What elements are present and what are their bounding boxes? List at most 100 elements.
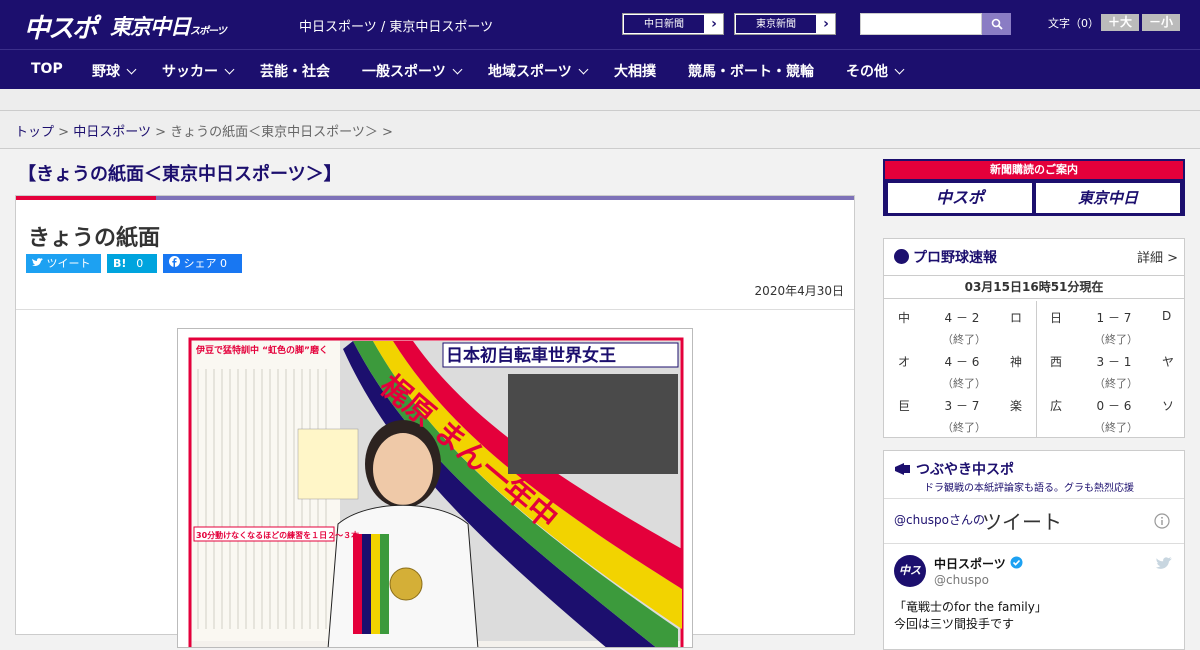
nav-soccer[interactable]: サッカー (162, 61, 235, 81)
verified-badge-icon (1010, 556, 1023, 569)
nav-local-sports[interactable]: 地域スポーツ (488, 61, 589, 81)
nav-label: 一般スポーツ (362, 64, 446, 80)
divider (884, 498, 1184, 499)
game-score: 3 － 1 (1096, 355, 1132, 369)
nav-label: 地域スポーツ (488, 64, 572, 80)
home-team: オ (898, 355, 911, 369)
tokyo-chunichi-logo[interactable]: 東京中日スポーツ (110, 11, 227, 41)
chevron-down-icon (894, 64, 905, 75)
game-score: 3 － 7 (944, 399, 980, 413)
nav-baseball[interactable]: 野球 (92, 61, 137, 81)
facebook-icon (169, 256, 180, 267)
breadcrumb-separator: > (58, 125, 70, 140)
tweet-account[interactable]: @chuspo (934, 573, 989, 587)
baseball-title-text: プロ野球速報 (913, 250, 997, 266)
game-row[interactable]: 西 3 － 1 ヤ （終了） (1036, 347, 1186, 391)
game-status: （終了） (942, 421, 986, 434)
nav-general-sports[interactable]: 一般スポーツ (362, 61, 463, 81)
hatena-bookmark-button[interactable]: B! 0 (107, 254, 157, 273)
tokyo-shimbun-link[interactable]: 東京新聞 › (734, 13, 836, 35)
font-size-label: 文字（0） (1048, 17, 1099, 30)
chevron-right-icon: › (711, 16, 717, 32)
game-score: 4 － 2 (944, 311, 980, 325)
chevron-down-icon (452, 64, 463, 75)
game-status: （終了） (1094, 421, 1138, 434)
game-row[interactable]: オ 4 － 6 神 （終了） (884, 347, 1034, 391)
home-team: 巨 (898, 399, 911, 413)
facebook-label: シェア (183, 257, 217, 270)
newspaper-front-page-image[interactable]: 梶原 まん一年中 日本初自転車世界女王 伊豆で猛特訓中 “虹色の脚”磨く 30分… (177, 328, 693, 648)
accent-bar-red (16, 196, 156, 200)
away-team: ロ (1010, 311, 1023, 325)
home-team: 広 (1050, 399, 1063, 413)
tweet-button[interactable]: ツイート (26, 254, 101, 273)
game-row[interactable]: 日 1 － 7 D （終了） (1036, 303, 1186, 347)
twitter-bird-icon (32, 258, 43, 266)
subscribe-chunichi-button[interactable]: 中スポ (888, 183, 1032, 213)
font-smaller-button[interactable]: －小 (1142, 14, 1180, 31)
score-column-right: 日 1 － 7 D （終了） 西 3 － 1 ヤ （終了） 広 0 － 6 ソ （終了） (1036, 303, 1186, 435)
hatena-count: 0 (136, 257, 144, 270)
home-team: 西 (1050, 355, 1063, 369)
breadcrumb-chunichi-sports[interactable]: 中日スポーツ (73, 125, 151, 140)
score-column-left: 中 4 － 2 ロ （終了） オ 4 － 6 神 （終了） 巨 3 － 7 楽 （終了） (884, 303, 1034, 435)
away-team: D (1162, 309, 1172, 323)
nav-sumo[interactable]: 大相撲 (614, 61, 656, 81)
subscription-banner[interactable]: 新聞購読のご案内 中スポ 東京中日 (883, 159, 1185, 216)
breadcrumb-separator: > (155, 125, 166, 140)
nav-label: 芸能・社会 (260, 64, 330, 80)
breadcrumb: トップ > 中日スポーツ > きょうの紙面＜東京中日スポーツ＞ > (0, 111, 1200, 149)
baseball-detail-link[interactable]: 詳細 > (1137, 247, 1178, 266)
game-score: 4 － 6 (944, 355, 980, 369)
twitter-bird-icon[interactable] (1156, 557, 1172, 570)
nav-racing[interactable]: 競馬・ボート・競輪 (688, 61, 814, 81)
facebook-share-button[interactable]: シェア 0 (163, 254, 242, 273)
search-icon (991, 18, 1003, 30)
nav-label: その他 (846, 64, 888, 80)
game-score: 1 － 7 (1096, 311, 1132, 325)
breadcrumb-current: きょうの紙面＜東京中日スポーツ＞ (170, 125, 378, 140)
baseball-icon (894, 249, 909, 264)
front-page-illustration: 梶原 まん一年中 日本初自転車世界女王 伊豆で猛特訓中 “虹色の脚”磨く 30分… (188, 337, 684, 647)
baseball-update-time: 03月15日16時51分現在 (884, 275, 1184, 299)
tweets-heading: ツイート (982, 510, 1062, 534)
info-icon[interactable] (1154, 513, 1170, 529)
article-date: 2020年4月30日 (754, 284, 844, 298)
twitter-widget: つぶやき中スポ ドラ観戦の本紙評論家も語る。グラも熱烈応援 @chuspoさんの… (883, 450, 1185, 650)
game-row[interactable]: 中 4 － 2 ロ （終了） (884, 303, 1034, 347)
tweets-handle-link[interactable]: @chuspoさんの (894, 511, 985, 528)
tokyo-logo-sub: スポーツ (190, 26, 227, 37)
avatar[interactable]: 中スポ (894, 555, 926, 609)
tweet-author[interactable]: 中日スポーツ (934, 555, 1006, 572)
chunichi-shimbun-label: 中日新聞 (623, 14, 705, 34)
front-caption: 30分動けなくなるほどの練習を１日２～３本 (196, 530, 359, 540)
chunichi-shimbun-link[interactable]: 中日新聞 › (622, 13, 724, 35)
tweets-subtitle: ドラ観戦の本紙評論家も語る。グラも熱烈応援 (924, 483, 1134, 494)
tweet-text: 今回は三ツ間投手です (894, 617, 1015, 631)
nav-label: TOP (31, 61, 63, 77)
away-team: 神 (1010, 355, 1023, 369)
chevron-down-icon (578, 64, 589, 75)
nav-entertainment[interactable]: 芸能・社会 (260, 61, 330, 81)
article-title: きょうの紙面 (28, 226, 161, 251)
game-status: （終了） (1094, 333, 1138, 346)
main-nav: TOP 野球 サッカー 芸能・社会 一般スポーツ 地域スポーツ 大相撲 競馬・ボ… (0, 49, 1200, 89)
game-score: 0 － 6 (1096, 399, 1132, 413)
nav-label: 大相撲 (614, 64, 656, 80)
chevron-down-icon (224, 64, 235, 75)
game-row[interactable]: 広 0 － 6 ソ （終了） (1036, 391, 1186, 435)
search-input[interactable] (860, 13, 982, 35)
breadcrumb-separator: > (382, 125, 393, 140)
nav-top[interactable]: TOP (31, 61, 63, 77)
divider (16, 309, 854, 310)
subscribe-tokyo-button[interactable]: 東京中日 (1036, 183, 1180, 213)
nav-other[interactable]: その他 (846, 61, 905, 81)
game-row[interactable]: 巨 3 － 7 楽 （終了） (884, 391, 1034, 435)
home-team: 日 (1050, 311, 1063, 325)
font-larger-button[interactable]: ＋大 (1101, 14, 1139, 31)
breadcrumb-top[interactable]: トップ (15, 125, 54, 140)
game-status: （終了） (942, 377, 986, 390)
search-button[interactable] (982, 13, 1011, 35)
away-team: ヤ (1162, 355, 1175, 369)
chunichi-sports-logo[interactable]: 中スポ (24, 8, 98, 45)
